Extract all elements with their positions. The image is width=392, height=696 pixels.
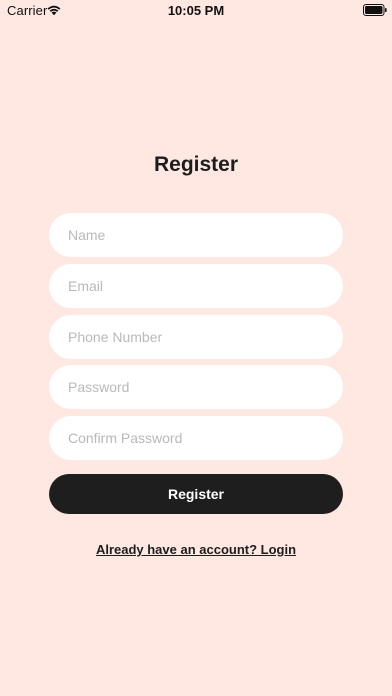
- clock: 10:05 PM: [167, 3, 225, 18]
- login-link[interactable]: Already have an account? Login: [0, 542, 392, 557]
- confirm-password-field[interactable]: [49, 416, 343, 460]
- register-button[interactable]: Register: [49, 474, 343, 514]
- phone-number-field[interactable]: [49, 315, 343, 359]
- status-bar: Carrier 10:05 PM: [0, 0, 392, 22]
- name-field[interactable]: [49, 213, 343, 257]
- email-field[interactable]: [49, 264, 343, 308]
- password-field[interactable]: [49, 365, 343, 409]
- battery-icon: [363, 4, 387, 16]
- page-title: Register: [153, 153, 239, 176]
